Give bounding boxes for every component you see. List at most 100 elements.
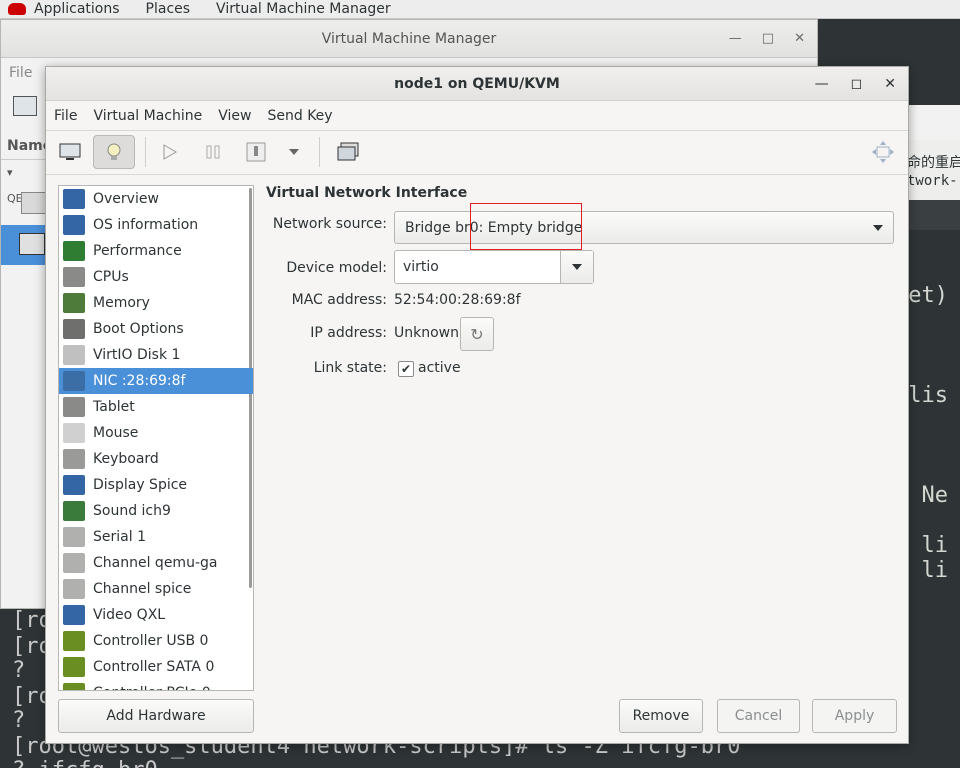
memory-module-icon: [63, 293, 85, 313]
hardware-list-item[interactable]: Controller USB 0: [59, 628, 253, 654]
monitor-icon: [59, 143, 81, 160]
hardware-list-item[interactable]: Overview: [59, 186, 253, 212]
network-source-dropdown[interactable]: Bridge br0: Empty bridge: [394, 211, 894, 244]
details-view-button[interactable]: [93, 135, 135, 169]
console-view-button[interactable]: [52, 135, 88, 169]
hardware-list-item[interactable]: Display Spice: [59, 472, 253, 498]
vmm-menu-file[interactable]: File: [9, 65, 32, 81]
hardware-list-item[interactable]: VirtIO Disk 1: [59, 342, 253, 368]
browser-text: 命的重启: [907, 155, 960, 171]
hardware-list-item-label: Memory: [93, 295, 150, 311]
chevron-down-icon: [873, 225, 883, 231]
vm-row-selected[interactable]: [1, 225, 46, 265]
applications-menu[interactable]: Applications: [34, 0, 120, 19]
mac-address-label: MAC address:: [291, 292, 387, 308]
controller-card-icon: [63, 683, 85, 690]
terminal-line: ?: [12, 708, 26, 733]
browser-text: twork-: [907, 173, 958, 189]
channel-icon: [63, 553, 85, 573]
hardware-list-item-label: Keyboard: [93, 451, 159, 467]
hardware-list-item[interactable]: Tablet: [59, 394, 253, 420]
device-model-value[interactable]: virtio: [403, 259, 439, 275]
hardware-list-item-label: OS information: [93, 217, 199, 233]
hardware-list-item-label: Overview: [93, 191, 159, 207]
terminal-line: ? ifcfg-br0: [12, 758, 158, 768]
device-model-combobox[interactable]: virtio: [394, 250, 594, 284]
hardware-list-item-label: Performance: [93, 243, 182, 259]
ip-address-label: IP address:: [310, 325, 387, 341]
apply-button[interactable]: Apply: [812, 699, 897, 733]
dialog-title: node1 on QEMU/KVM: [394, 76, 560, 92]
add-hardware-button[interactable]: Add Hardware: [58, 699, 254, 733]
hardware-list-item[interactable]: Performance: [59, 238, 253, 264]
menu-view[interactable]: View: [218, 108, 251, 124]
maximize-icon[interactable]: □: [762, 20, 774, 58]
device-model-dropdown-button[interactable]: [560, 251, 593, 283]
hardware-list-item[interactable]: Channel qemu-ga: [59, 550, 253, 576]
minimize-icon[interactable]: —: [729, 20, 742, 58]
run-button[interactable]: [154, 135, 184, 169]
hardware-list-item[interactable]: NIC :28:69:8f: [59, 368, 253, 394]
mac-address-value: 52:54:00:28:69:8f: [394, 292, 521, 308]
gnome-top-bar: Applications Places Virtual Machine Mana…: [0, 0, 960, 19]
hardware-list-item[interactable]: Serial 1: [59, 524, 253, 550]
hardware-list-item-label: Boot Options: [93, 321, 184, 337]
remove-button[interactable]: Remove: [619, 699, 703, 733]
refresh-ip-button[interactable]: ↻: [460, 317, 494, 351]
shutdown-button[interactable]: [241, 135, 271, 169]
ip-address-value: Unknown: [394, 325, 459, 341]
close-icon[interactable]: ✕: [794, 20, 805, 58]
monitor-icon: [63, 475, 85, 495]
pause-button[interactable]: [198, 135, 228, 169]
redhat-logo-icon[interactable]: [8, 3, 26, 15]
fullscreen-button[interactable]: [868, 135, 898, 169]
hardware-list-item[interactable]: CPUs: [59, 264, 253, 290]
hardware-list-item[interactable]: Sound ich9: [59, 498, 253, 524]
vmm-titlebar: Virtual Machine Manager — □ ✕: [1, 20, 817, 58]
pause-icon: [206, 145, 220, 159]
close-icon[interactable]: ✕: [884, 67, 896, 101]
monitor-icon: [19, 233, 45, 255]
hardware-list-item-label: CPUs: [93, 269, 129, 285]
vmm-connection-row[interactable]: ▾ QEMU: [7, 160, 47, 205]
hardware-list-item[interactable]: OS information: [59, 212, 253, 238]
menu-virtual-machine[interactable]: Virtual Machine: [93, 108, 202, 124]
hardware-list-item[interactable]: Boot Options: [59, 316, 253, 342]
cancel-button[interactable]: Cancel: [717, 699, 800, 733]
menu-send-key[interactable]: Send Key: [267, 108, 332, 124]
link-state-value[interactable]: active: [418, 360, 461, 376]
hardware-list-item[interactable]: Mouse: [59, 420, 253, 446]
vmm-column-header-name[interactable]: Name: [1, 132, 52, 160]
maximize-icon[interactable]: ◻: [851, 67, 863, 101]
places-menu[interactable]: Places: [146, 0, 191, 19]
new-vm-icon[interactable]: [13, 96, 37, 116]
link-state-label: Link state:: [313, 360, 387, 376]
network-source-label: Network source:: [272, 216, 387, 232]
hardware-list-item[interactable]: Controller PCIe 0: [59, 680, 253, 690]
hardware-list-item-label: Mouse: [93, 425, 139, 441]
monitor-icon: [63, 189, 85, 209]
detail-section-title: Virtual Network Interface: [266, 185, 468, 201]
mouse-icon: [63, 423, 85, 443]
active-app-menu[interactable]: Virtual Machine Manager: [216, 0, 391, 19]
gears-icon: [63, 319, 85, 339]
hardware-list-item[interactable]: Controller SATA 0: [59, 654, 253, 680]
channel-icon: [63, 579, 85, 599]
monitor-icon: [63, 215, 85, 235]
hardware-list-item[interactable]: Memory: [59, 290, 253, 316]
link-state-checkbox[interactable]: ✔: [398, 361, 414, 377]
hardware-list-item-label: Channel spice: [93, 581, 192, 597]
hardware-list-item[interactable]: Channel spice: [59, 576, 253, 602]
shutdown-menu-button[interactable]: [284, 135, 304, 169]
vm-row-monitor-icon[interactable]: [21, 192, 46, 214]
checkmark-icon: ✔: [400, 362, 412, 376]
controller-card-icon: [63, 631, 85, 651]
minimize-icon[interactable]: —: [815, 67, 829, 101]
hardware-list-item[interactable]: Keyboard: [59, 446, 253, 472]
power-icon: [246, 142, 266, 162]
device-model-label: Device model:: [286, 260, 387, 276]
snapshots-button[interactable]: [333, 135, 363, 169]
hardware-list-item[interactable]: Video QXL: [59, 602, 253, 628]
toolbar-separator: [145, 137, 146, 167]
menu-file[interactable]: File: [54, 108, 77, 124]
